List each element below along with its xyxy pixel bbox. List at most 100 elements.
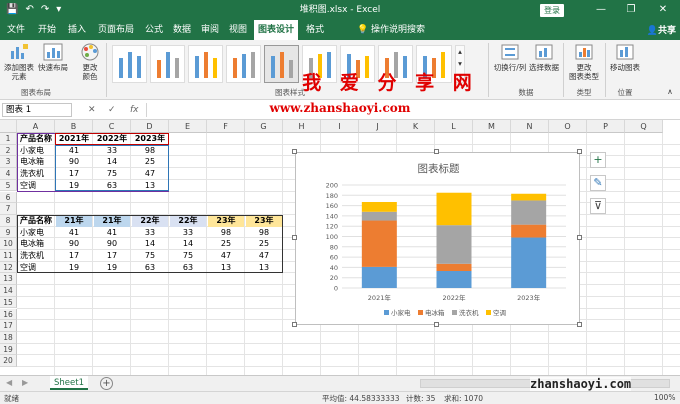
row-header-7[interactable]: 7 (0, 203, 17, 215)
share-button[interactable]: 👤共享 (647, 23, 676, 36)
row-header-13[interactable]: 13 (0, 273, 17, 286)
table1-cell[interactable]: 19 (56, 180, 92, 192)
zoom-level[interactable]: 100% (654, 393, 675, 402)
tab-file[interactable]: 文件 (4, 20, 28, 40)
row-header-20[interactable]: 20 (0, 355, 17, 367)
resize-handle[interactable] (434, 322, 439, 327)
sheet-tab[interactable]: Sheet1 (50, 376, 88, 390)
tell-me-search[interactable]: 💡 操作说明搜索 (336, 20, 446, 40)
row-header-18[interactable]: 18 (0, 331, 17, 344)
column-header-o[interactable]: O (549, 120, 587, 133)
change-chart-type-button[interactable]: 更改 图表类型 (566, 43, 602, 81)
column-header-p[interactable]: P (587, 120, 625, 133)
table1-header-cell[interactable]: 2021年 (56, 133, 92, 145)
chart-style-2[interactable] (150, 45, 185, 83)
column-header-e[interactable]: E (169, 120, 207, 133)
table2-cell[interactable]: 90 (56, 238, 92, 250)
row-header-1[interactable]: 1 (0, 133, 17, 145)
table2-cell[interactable]: 19 (94, 262, 130, 274)
resize-handle[interactable] (292, 322, 297, 327)
table1-cell[interactable]: 小家电 (18, 145, 54, 157)
table2-cell[interactable]: 47 (208, 250, 244, 262)
table2-cell[interactable]: 洗衣机 (18, 250, 54, 262)
add-sheet-icon[interactable]: + (100, 377, 113, 390)
insert-function-icon[interactable]: fx (130, 103, 139, 117)
tab-insert[interactable]: 插入 (64, 20, 90, 40)
chart-filter-icon[interactable]: ⊽ (590, 198, 606, 214)
table1-header-cell[interactable]: 2022年 (94, 133, 130, 145)
chart-elements-plus-icon[interactable]: + (590, 152, 606, 168)
row-header-16[interactable]: 16 (0, 308, 17, 321)
table1-cell[interactable]: 75 (94, 168, 130, 180)
table2-cell[interactable]: 98 (208, 227, 244, 239)
table2-header-cell[interactable]: 21年 (94, 214, 130, 227)
table1-cell[interactable]: 98 (132, 145, 168, 157)
row-header-11[interactable]: 11 (0, 250, 17, 262)
table2-cell[interactable]: 14 (170, 238, 206, 250)
table1-cell[interactable]: 13 (132, 180, 168, 192)
table2-header-cell[interactable]: 22年 (170, 214, 206, 227)
tab-view[interactable]: 视图 (226, 20, 250, 40)
stacked-column-chart[interactable]: 图表标题 0 20 40 60 80 100 120 140 160 180 200 2021年 202… (295, 152, 580, 325)
resize-handle[interactable] (434, 149, 439, 154)
row-header-19[interactable]: 19 (0, 343, 17, 356)
minimize-button[interactable]: — (590, 0, 612, 20)
column-header-b[interactable]: B (55, 120, 93, 133)
table2-cell[interactable]: 90 (94, 238, 130, 250)
table1-cell[interactable]: 17 (56, 168, 92, 180)
table2-cell[interactable]: 小家电 (18, 227, 54, 239)
table1-cell[interactable]: 电冰箱 (18, 156, 54, 168)
resize-handle[interactable] (577, 322, 582, 327)
resize-handle[interactable] (292, 149, 297, 154)
row-header-14[interactable]: 14 (0, 285, 17, 297)
row-header-8[interactable]: 8 (0, 214, 17, 227)
column-header-d[interactable]: D (131, 120, 169, 133)
table1-cell[interactable]: 63 (94, 180, 130, 192)
save-icon[interactable]: 💾 (6, 0, 18, 20)
column-header-l[interactable]: L (435, 120, 473, 133)
row-header-2[interactable]: 2 (0, 144, 17, 157)
undo-icon[interactable]: ↶ (25, 0, 33, 20)
table2-cell[interactable]: 41 (56, 227, 92, 239)
chart-styles-brush-icon[interactable]: ✎ (590, 175, 606, 191)
column-header-m[interactable]: M (473, 120, 511, 133)
name-box[interactable]: 图表 1 (2, 103, 72, 117)
column-header-n[interactable]: N (511, 120, 549, 133)
column-header-j[interactable]: J (359, 120, 397, 133)
table2-cell[interactable]: 25 (208, 238, 244, 250)
table1-cell[interactable]: 47 (132, 168, 168, 180)
table2-cell[interactable]: 75 (132, 250, 168, 262)
table2-cell[interactable]: 14 (132, 238, 168, 250)
row-header-4[interactable]: 4 (0, 168, 17, 180)
collapse-ribbon-button[interactable]: ∧ (664, 87, 676, 96)
confirm-icon[interactable]: ✓ (108, 103, 116, 117)
table2-header-cell[interactable]: 21年 (56, 214, 92, 227)
table2-cell[interactable]: 13 (246, 262, 282, 274)
cancel-icon[interactable]: ✕ (88, 103, 96, 117)
tab-format[interactable]: 格式 (302, 20, 328, 40)
table2-cell[interactable]: 17 (56, 250, 92, 262)
column-header-c[interactable]: C (93, 120, 131, 133)
table2-cell[interactable]: 75 (170, 250, 206, 262)
customize-icon[interactable]: ▾ (56, 0, 61, 20)
row-header-6[interactable]: 6 (0, 191, 17, 204)
row-header-15[interactable]: 15 (0, 296, 17, 309)
column-header-g[interactable]: G (245, 120, 283, 133)
tab-data[interactable]: 数据 (170, 20, 194, 40)
chart-style-3[interactable] (188, 45, 223, 83)
resize-handle[interactable] (577, 149, 582, 154)
column-header-f[interactable]: F (207, 120, 245, 133)
table2-cell[interactable]: 13 (208, 262, 244, 274)
row-header-17[interactable]: 17 (0, 320, 17, 332)
table1-cell[interactable]: 41 (56, 145, 92, 157)
table1-cell[interactable]: 25 (132, 156, 168, 168)
move-chart-button[interactable]: 移动图表 (608, 43, 642, 72)
resize-handle[interactable] (292, 235, 297, 240)
tab-review[interactable]: 审阅 (198, 20, 222, 40)
table2-header-cell[interactable]: 23年 (208, 214, 244, 227)
login-button[interactable]: 登录 (540, 4, 564, 17)
table2-cell[interactable]: 63 (132, 262, 168, 274)
table2-cell[interactable]: 19 (56, 262, 92, 274)
table1-cell[interactable]: 33 (94, 145, 130, 157)
scroll-left-icon[interactable]: ◀ (6, 378, 12, 387)
